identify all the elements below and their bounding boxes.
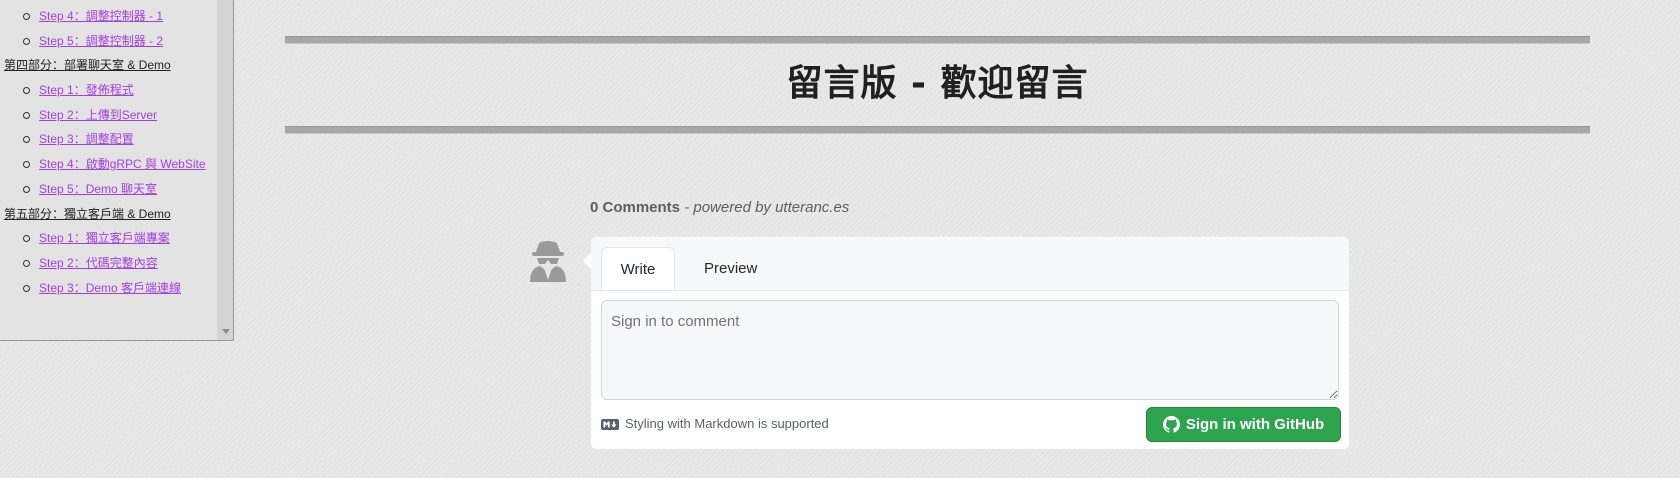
comments-header: 0 Comments - powered by utteranc.es — [590, 199, 849, 216]
page-title: 留言版 - 歡迎留言 — [786, 63, 1089, 104]
toc-step-item: Step 3：調整配置 — [0, 127, 216, 152]
markdown-icon — [601, 418, 619, 430]
tab-write[interactable]: Write — [601, 247, 675, 290]
toc-step-link[interactable]: Step 2：上傳到Server — [39, 108, 157, 122]
comment-box: Write Preview Styling with Markdown is s… — [583, 236, 1350, 450]
toc-list: Step 4：調整控制器 - 1 Step 5：調整控制器 - 2 第四部分：部署聊… — [0, 4, 216, 300]
toc-step-link[interactable]: Step 1：發佈程式 — [39, 83, 134, 97]
markdown-note[interactable]: Styling with Markdown is supported — [601, 416, 829, 431]
comment-count: 0 Comments — [590, 199, 681, 216]
toc-step-link[interactable]: Step 4：調整控制器 - 1 — [39, 9, 163, 23]
toc-step-link[interactable]: Step 4：啟動gRPC 與 WebSite — [39, 157, 206, 171]
toc-step-link[interactable]: Step 5：Demo 聊天室 — [39, 182, 157, 196]
toc-step-item: Step 3：Demo 客戶端連線 — [0, 276, 216, 301]
toc-step-item: Step 5：調整控制器 - 2 — [0, 29, 216, 54]
anonymous-user-icon — [526, 238, 570, 282]
comment-tab-bar: Write Preview — [591, 237, 1349, 291]
toc-step-item: Step 1：發佈程式 — [0, 78, 216, 103]
heading-rule-bottom — [285, 126, 1590, 134]
toc-step-link[interactable]: Step 3：調整配置 — [39, 132, 134, 146]
github-icon — [1162, 416, 1180, 433]
toc-part-link[interactable]: 第四部分：部署聊天室 & Demo — [4, 58, 171, 72]
heading-rule-top — [285, 36, 1590, 44]
toc-sidebar: Step 4：調整控制器 - 1 Step 5：調整控制器 - 2 第四部分：部署聊… — [0, 0, 234, 341]
toc-part-link[interactable]: 第五部分：獨立客戶端 & Demo — [4, 207, 171, 221]
toc-part-item: 第四部分：部署聊天室 & Demo — [0, 53, 216, 78]
tab-preview[interactable]: Preview — [688, 247, 773, 290]
toc-step-link[interactable]: Step 3：Demo 客戶端連線 — [39, 281, 181, 295]
toc-step-link[interactable]: Step 2：代碼完整內容 — [39, 256, 158, 270]
toc-step-item: Step 4：調整控制器 - 1 — [0, 4, 216, 29]
toc-step-link[interactable]: Step 1：獨立客戶端專案 — [39, 231, 170, 245]
toc-part-item: 第五部分：獨立客戶端 & Demo — [0, 202, 216, 227]
toc-step-item: Step 5：Demo 聊天室 — [0, 177, 216, 202]
toc-step-link[interactable]: Step 5：調整控制器 - 2 — [39, 34, 163, 48]
sign-in-label: Sign in with GitHub — [1185, 416, 1325, 433]
scroll-down-arrow-icon[interactable] — [222, 329, 230, 334]
toc-step-item: Step 2：上傳到Server — [0, 103, 216, 128]
toc-step-item: Step 4：啟動gRPC 與 WebSite — [0, 152, 216, 177]
toc-step-item: Step 2：代碼完整內容 — [0, 251, 216, 276]
toc-step-item: Step 1：獨立客戶端專案 — [0, 226, 216, 251]
markdown-note-text: Styling with Markdown is supported — [625, 416, 829, 431]
sign-in-github-button[interactable]: Sign in with GitHub — [1146, 407, 1341, 442]
toc-scrollbar[interactable] — [217, 0, 233, 340]
powered-by-link[interactable]: - powered by utteranc.es — [684, 199, 849, 216]
comment-input[interactable] — [601, 300, 1339, 400]
